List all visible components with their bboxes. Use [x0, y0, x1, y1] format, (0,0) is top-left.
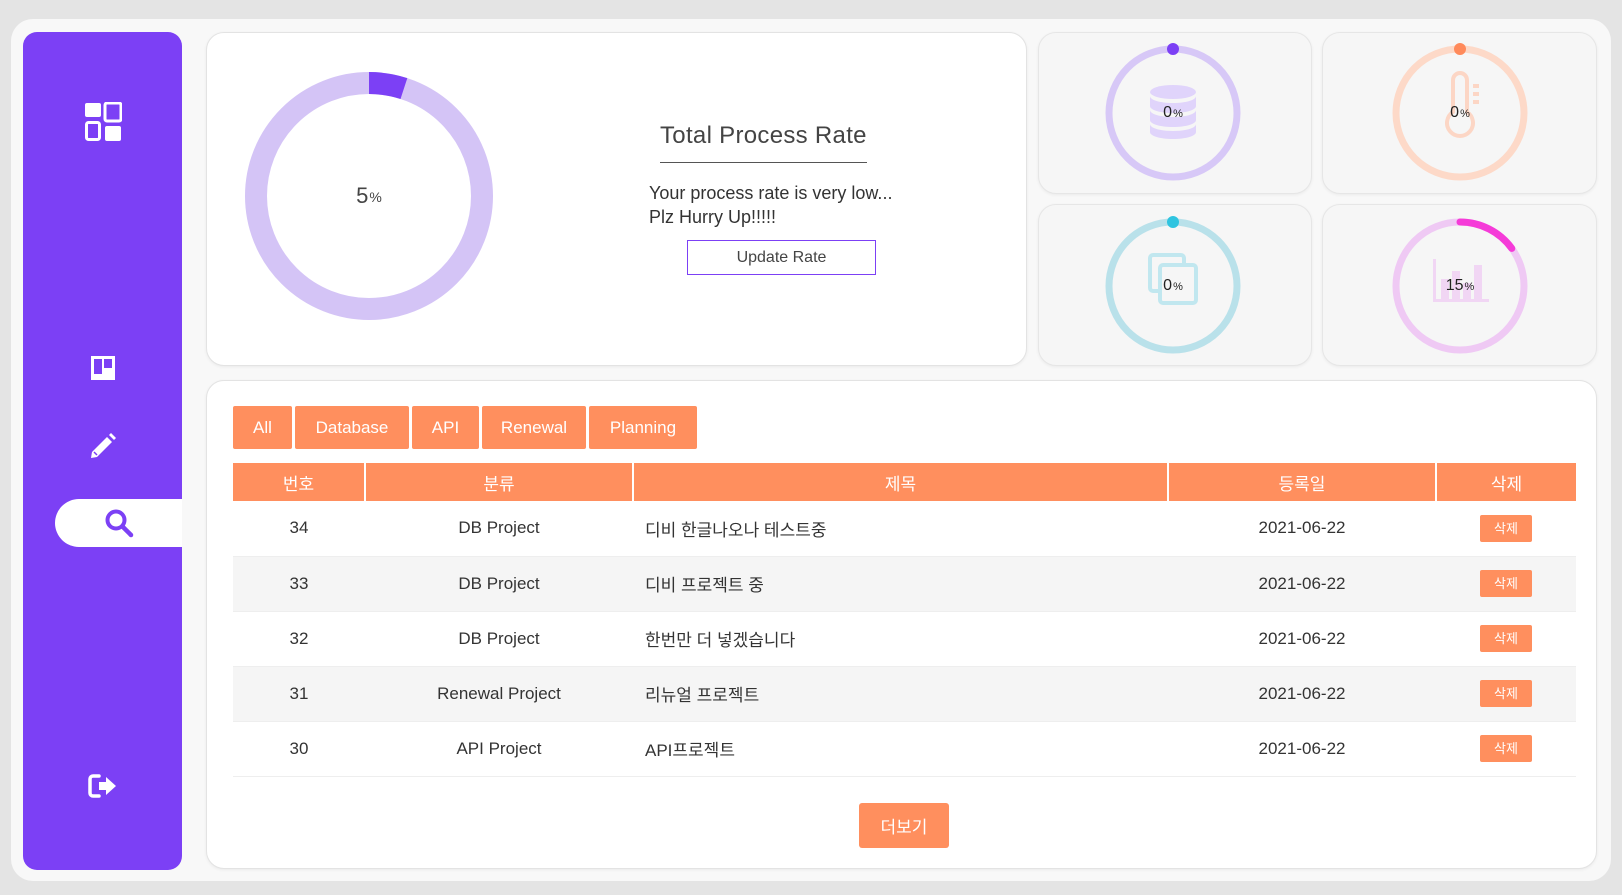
project-table: 번호 분류 제목 등록일 삭제 34 DB Project 디비 한글나오나 테… [233, 463, 1576, 777]
row-delete-cell: 삭제 [1436, 556, 1576, 612]
temperature-ring: 0% [1389, 42, 1531, 184]
process-message-line2: Plz Hurry Up!!!!! [649, 207, 777, 227]
delete-button[interactable]: 삭제 [1480, 735, 1532, 762]
sidebar-item-logout[interactable] [23, 762, 182, 810]
sidebar-item-search[interactable] [55, 499, 182, 547]
filter-tabs: All Database API Renewal Planning [233, 406, 697, 449]
filter-api[interactable]: API [412, 406, 479, 449]
sidebar-item-write[interactable] [23, 422, 182, 470]
row-delete-cell: 삭제 [1436, 501, 1576, 557]
table-header-row: 번호 분류 제목 등록일 삭제 [233, 463, 1576, 501]
row-number: 31 [233, 666, 365, 722]
filter-planning[interactable]: Planning [589, 406, 697, 449]
header-delete: 삭제 [1435, 463, 1576, 501]
chart-ring: 15% [1389, 215, 1531, 357]
temperature-value: 0% [1450, 104, 1470, 121]
table-row[interactable]: 34 DB Project 디비 한글나오나 테스트중 2021-06-22 삭… [233, 501, 1576, 557]
process-message-line1: Your process rate is very low... [649, 183, 893, 203]
row-title[interactable]: 한번만 더 넣겠습니다 [633, 611, 1168, 667]
process-message: Your process rate is very low... Plz Hur… [649, 181, 892, 229]
row-date: 2021-06-22 [1168, 501, 1436, 557]
header-date: 등록일 [1167, 463, 1436, 501]
board-icon [90, 356, 115, 380]
row-title[interactable]: API프로젝트 [633, 721, 1168, 777]
row-category: DB Project [365, 556, 633, 612]
sidebar-item-dashboard[interactable] [23, 98, 182, 146]
database-ring: 0% [1102, 42, 1244, 184]
table-row[interactable]: 33 DB Project 디비 프로젝트 중 2021-06-22 삭제 [233, 556, 1576, 612]
delete-button[interactable]: 삭제 [1480, 680, 1532, 707]
row-title[interactable]: 디비 한글나오나 테스트중 [633, 501, 1168, 557]
row-number: 32 [233, 611, 365, 667]
filter-all[interactable]: All [233, 406, 292, 449]
row-date: 2021-06-22 [1168, 611, 1436, 667]
row-category: Renewal Project [365, 666, 633, 722]
pencil-icon [90, 433, 116, 458]
row-category: API Project [365, 721, 633, 777]
update-rate-button[interactable]: Update Rate [687, 240, 876, 275]
row-number: 33 [233, 556, 365, 612]
delete-button[interactable]: 삭제 [1480, 570, 1532, 597]
header-category: 분류 [364, 463, 633, 501]
row-delete-cell: 삭제 [1436, 666, 1576, 722]
row-title[interactable]: 디비 프로젝트 중 [633, 556, 1168, 612]
database-value: 0% [1163, 104, 1183, 121]
row-category: DB Project [365, 501, 633, 557]
row-date: 2021-06-22 [1168, 666, 1436, 722]
row-category: DB Project [365, 611, 633, 667]
process-value: 5% [356, 183, 382, 208]
row-delete-cell: 삭제 [1436, 611, 1576, 667]
table-row[interactable]: 32 DB Project 한번만 더 넣겠습니다 2021-06-22 삭제 [233, 611, 1576, 667]
delete-button[interactable]: 삭제 [1480, 625, 1532, 652]
process-ring: 5% [244, 71, 494, 321]
more-button[interactable]: 더보기 [859, 803, 949, 848]
dashboard-icon [84, 102, 122, 141]
copy-value: 0% [1163, 277, 1183, 294]
table-row[interactable]: 30 API Project API프로젝트 2021-06-22 삭제 [233, 721, 1576, 777]
delete-button[interactable]: 삭제 [1480, 514, 1532, 542]
row-date: 2021-06-22 [1168, 721, 1436, 777]
row-date: 2021-06-22 [1168, 556, 1436, 612]
header-title: 제목 [632, 463, 1168, 501]
table-row[interactable]: 31 Renewal Project 리뉴얼 프로젝트 2021-06-22 삭… [233, 666, 1576, 722]
sidebar-item-board[interactable] [23, 344, 182, 392]
logout-icon [87, 774, 116, 798]
process-title: Total Process Rate [660, 122, 867, 163]
filter-renewal[interactable]: Renewal [482, 406, 586, 449]
row-number: 34 [233, 501, 365, 557]
row-number: 30 [233, 721, 365, 777]
row-title[interactable]: 리뉴얼 프로젝트 [633, 666, 1168, 722]
copy-ring: 0% [1102, 215, 1244, 357]
row-delete-cell: 삭제 [1436, 721, 1576, 777]
header-number: 번호 [233, 463, 365, 501]
search-icon [105, 509, 133, 538]
filter-database[interactable]: Database [295, 406, 409, 449]
sidebar [23, 32, 182, 870]
chart-value: 15% [1445, 277, 1475, 294]
